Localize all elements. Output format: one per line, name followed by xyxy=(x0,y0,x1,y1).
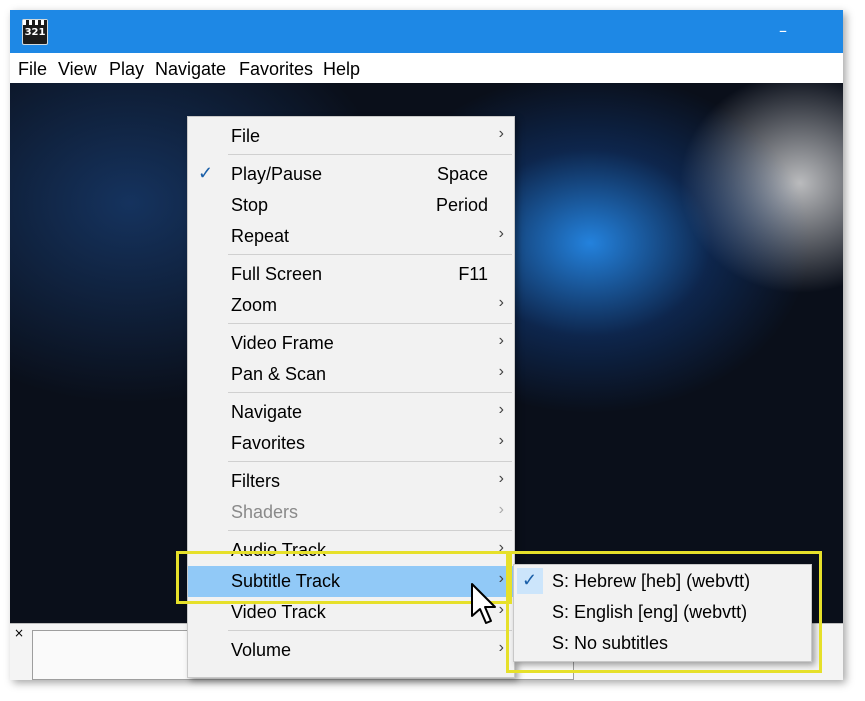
mouse-cursor-icon xyxy=(471,583,496,624)
ctx-item-label: Favorites xyxy=(231,433,306,453)
menu-favorites[interactable]: Favorites xyxy=(239,59,313,80)
ctx-item-shortcut: Space xyxy=(436,164,488,184)
menu-separator xyxy=(228,254,512,255)
ctx-item-label: Full Screen xyxy=(231,264,323,284)
film-strip-icon xyxy=(23,20,47,25)
ctx-item-label: Audio Track xyxy=(231,540,327,560)
ctx-item-volume[interactable]: Volume › xyxy=(188,635,514,666)
submenu-arrow-icon: › xyxy=(498,363,504,380)
menu-separator xyxy=(228,630,512,631)
ctx-item-stop[interactable]: Stop Period xyxy=(188,190,514,221)
submenu-arrow-icon: › xyxy=(498,470,504,487)
app-icon[interactable]: 321 xyxy=(22,19,48,45)
ctx-item-shaders: Shaders › xyxy=(188,497,514,528)
check-icon: ✓ xyxy=(198,163,214,183)
menu-separator xyxy=(228,154,512,155)
menu-play[interactable]: Play xyxy=(109,59,144,80)
ctx-item-favorites[interactable]: Favorites › xyxy=(188,428,514,459)
submenu-arrow-icon: › xyxy=(498,432,504,449)
ctx-item-label: Pan & Scan xyxy=(231,364,327,384)
app-icon-text: 321 xyxy=(24,27,46,38)
menu-bar: File View Play Navigate Favorites Help xyxy=(10,53,843,83)
menu-separator xyxy=(228,530,512,531)
ctx-item-label: Subtitle Track xyxy=(231,571,341,591)
submenu-arrow-icon: › xyxy=(498,225,504,242)
subtitle-item-hebrew[interactable]: ✓ S: Hebrew [heb] (webvtt) xyxy=(514,566,811,597)
subtitle-item-label: S: No subtitles xyxy=(552,633,669,653)
ctx-item-pan-scan[interactable]: Pan & Scan › xyxy=(188,359,514,390)
ctx-item-label: Video Track xyxy=(231,602,326,622)
ctx-item-label: File xyxy=(231,126,261,146)
submenu-arrow-icon: › xyxy=(498,125,504,142)
ctx-item-label: Zoom xyxy=(231,295,278,315)
ctx-item-label: Video Frame xyxy=(231,333,334,353)
ctx-item-label: Navigate xyxy=(231,402,303,422)
menu-file[interactable]: File xyxy=(18,59,47,80)
menu-separator xyxy=(228,323,512,324)
context-menu: File › ✓ Play/Pause Space Stop Period Re… xyxy=(187,116,515,678)
menu-separator xyxy=(228,392,512,393)
menu-navigate[interactable]: Navigate xyxy=(155,59,226,80)
title-bar[interactable]: 321 – xyxy=(10,10,843,53)
minimize-icon[interactable]: – xyxy=(776,23,790,39)
menu-view[interactable]: View xyxy=(58,59,97,80)
subtitle-item-label: S: English [eng] (webvtt) xyxy=(552,602,748,622)
ctx-item-repeat[interactable]: Repeat › xyxy=(188,221,514,252)
ctx-item-shortcut: Period xyxy=(435,195,488,215)
ctx-item-full-screen[interactable]: Full Screen F11 xyxy=(188,259,514,290)
ctx-item-label: Filters xyxy=(231,471,280,491)
submenu-arrow-icon: › xyxy=(498,539,504,556)
subtitle-submenu: ✓ S: Hebrew [heb] (webvtt) S: English [e… xyxy=(513,564,812,662)
ctx-item-video-frame[interactable]: Video Frame › xyxy=(188,328,514,359)
submenu-arrow-icon: › xyxy=(498,501,504,518)
subtitle-item-none[interactable]: S: No subtitles xyxy=(514,628,811,659)
submenu-arrow-icon: › xyxy=(498,401,504,418)
ctx-item-video-track[interactable]: Video Track › xyxy=(188,597,514,628)
ctx-item-navigate[interactable]: Navigate › xyxy=(188,397,514,428)
ctx-item-label: Play/Pause xyxy=(231,164,323,184)
menu-help[interactable]: Help xyxy=(323,59,360,80)
subtitle-item-english[interactable]: S: English [eng] (webvtt) xyxy=(514,597,811,628)
ctx-item-filters[interactable]: Filters › xyxy=(188,466,514,497)
ctx-item-file[interactable]: File › xyxy=(188,121,514,152)
menu-separator xyxy=(228,461,512,462)
ctx-item-zoom[interactable]: Zoom › xyxy=(188,290,514,321)
submenu-arrow-icon: › xyxy=(498,332,504,349)
ctx-item-subtitle-track[interactable]: Subtitle Track › xyxy=(188,566,514,597)
check-icon: ✓ xyxy=(522,570,538,590)
ctx-item-label: Repeat xyxy=(231,226,290,246)
subtitle-item-label: S: Hebrew [heb] (webvtt) xyxy=(552,571,751,591)
ctx-item-audio-track[interactable]: Audio Track › xyxy=(188,535,514,566)
ctx-item-label: Stop xyxy=(231,195,269,215)
submenu-arrow-icon: › xyxy=(498,294,504,311)
close-panel-icon[interactable]: × xyxy=(14,626,24,640)
submenu-arrow-icon: › xyxy=(498,639,504,656)
ctx-item-shortcut: F11 xyxy=(458,264,488,284)
ctx-item-label: Volume xyxy=(231,640,292,660)
ctx-item-label: Shaders xyxy=(231,502,299,522)
ctx-item-play-pause[interactable]: ✓ Play/Pause Space xyxy=(188,159,514,190)
